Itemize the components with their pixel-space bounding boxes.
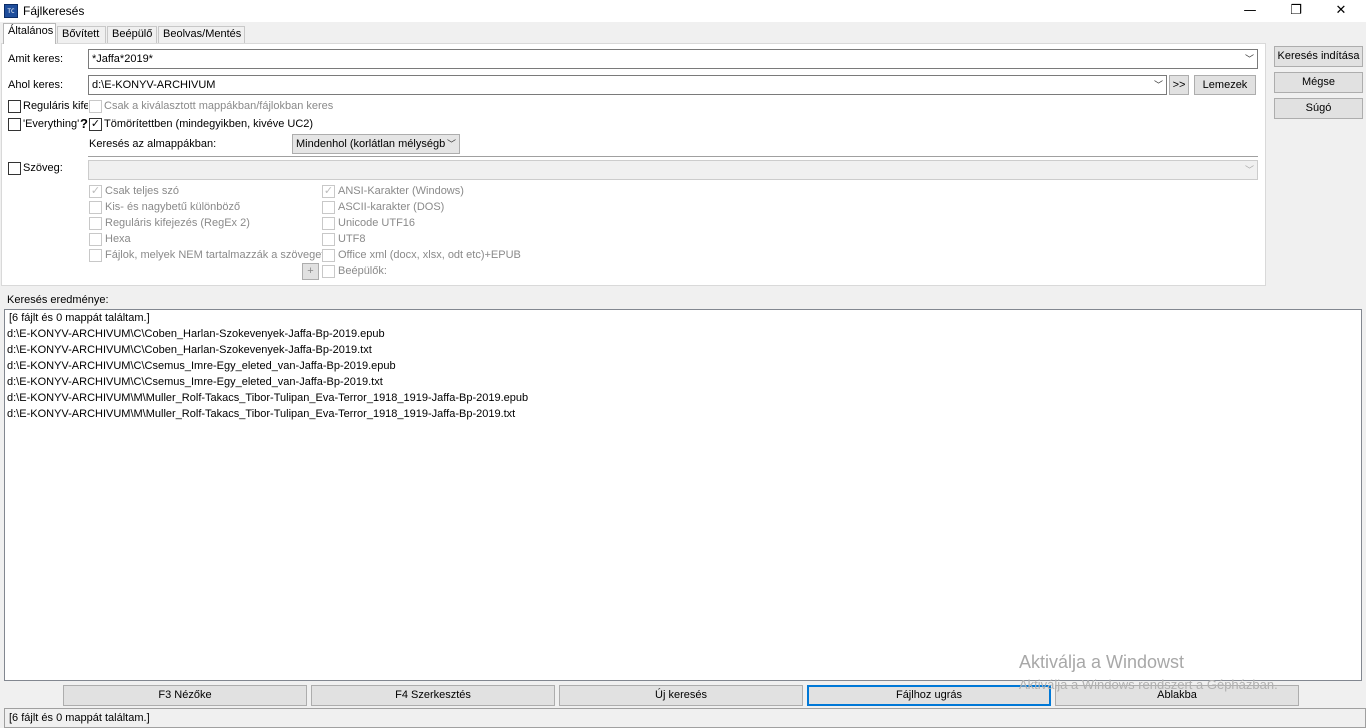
minimize-button[interactable]: — [1227, 0, 1273, 22]
list-item[interactable]: d:\E-KONYV-ARCHIVUM\C\Coben_Harlan-Szoke… [7, 328, 385, 340]
only-selected-label: Csak a kiválasztott mappákban/fájlokban … [104, 100, 334, 112]
tab-advanced[interactable]: Bővített [57, 26, 106, 43]
office-xml-checkbox [322, 249, 335, 262]
utf16-label: Unicode UTF16 [338, 217, 416, 229]
not-containing-checkbox [89, 249, 102, 262]
whole-word-checkbox: ✓ [89, 185, 102, 198]
drives-button[interactable]: Lemezek [1194, 75, 1256, 95]
list-item[interactable]: [6 fájlt és 0 mappát találtam.] [9, 312, 150, 324]
activation-watermark-subtitle: Aktiválja a Windows rendszert a Gépházba… [1019, 677, 1278, 692]
text-combo: ﹀ [88, 160, 1258, 180]
regex2-checkbox [89, 217, 102, 230]
utf16-checkbox [322, 217, 335, 230]
utf8-label: UTF8 [338, 233, 366, 245]
everything-checkbox[interactable] [8, 118, 21, 131]
list-item[interactable]: d:\E-KONYV-ARCHIVUM\M\Muller_Rolf-Takacs… [7, 392, 528, 404]
subdir-value: Mindenhol (korlátlan mélységbe [296, 138, 452, 150]
goto-file-button[interactable]: Fájlhoz ugrás [807, 685, 1051, 706]
case-sensitive-checkbox [89, 201, 102, 214]
close-button[interactable]: ✕ [1318, 0, 1364, 22]
hex-checkbox [89, 233, 102, 246]
not-containing-label: Fájlok, melyek NEM tartalmazzák a szöveg… [105, 249, 325, 261]
window-title: Fájlkeresés [23, 4, 85, 18]
list-item[interactable]: d:\E-KONYV-ARCHIVUM\C\Csemus_Imre-Egy_el… [7, 360, 396, 372]
plugins-checkbox [322, 265, 335, 278]
list-item[interactable]: d:\E-KONYV-ARCHIVUM\M\Muller_Rolf-Takacs… [7, 408, 515, 420]
cancel-button[interactable]: Mégse [1274, 72, 1363, 93]
whole-word-label: Csak teljes szó [105, 185, 179, 197]
case-sensitive-label: Kis- és nagybetű különböző [105, 201, 241, 213]
browse-button[interactable]: >> [1169, 75, 1189, 95]
text-label: Szöveg: [23, 162, 63, 174]
plus-button: + [302, 263, 319, 280]
maximize-button[interactable]: ❐ [1273, 0, 1319, 22]
search-in-label: Ahol keres: [8, 79, 64, 91]
ascii-checkbox [322, 201, 335, 214]
plugins-label: Beépülők: [338, 265, 387, 277]
search-for-value: *Jaffa*2019* [92, 53, 153, 65]
search-for-label: Amit keres: [8, 53, 64, 65]
archives-checkbox[interactable]: ✓ [89, 118, 102, 131]
only-selected-checkbox [89, 100, 102, 113]
list-item[interactable]: d:\E-KONYV-ARCHIVUM\C\Coben_Harlan-Szoke… [7, 344, 372, 356]
office-xml-label: Office xml (docx, xlsx, odt etc)+EPUB [338, 249, 521, 261]
list-item[interactable]: d:\E-KONYV-ARCHIVUM\C\Csemus_Imre-Egy_el… [7, 376, 383, 388]
activation-watermark-title: Aktiválja a Windowst [1019, 652, 1185, 672]
utf8-checkbox [322, 233, 335, 246]
ansi-label: ANSI-Karakter (Windows) [338, 185, 464, 197]
title-bar [0, 0, 1366, 22]
ascii-label: ASCII-karakter (DOS) [338, 201, 445, 213]
search-for-combo[interactable]: *Jaffa*2019* ﹀ [88, 49, 1258, 69]
search-in-combo[interactable]: d:\E-KONYV-ARCHIVUM ﹀ [88, 75, 1167, 95]
archives-label: Tömörítettben (mindegyikben, kivéve UC2) [104, 118, 314, 130]
text-checkbox[interactable] [8, 162, 21, 175]
subdir-select[interactable]: Mindenhol (korlátlan mélységbe ﹀ [292, 134, 460, 154]
tab-general[interactable]: Általános [3, 23, 56, 44]
ansi-checkbox: ✓ [322, 185, 335, 198]
search-in-value: d:\E-KONYV-ARCHIVUM [92, 79, 216, 91]
status-bar: [6 fájlt és 0 mappát találtam.] [4, 708, 1366, 728]
separator [88, 156, 1258, 157]
chevron-down-icon[interactable]: ﹀ [1245, 50, 1254, 68]
everything-label: 'Everything' [23, 118, 80, 130]
help-button[interactable]: Súgó [1274, 98, 1363, 119]
regex2-label: Reguláris kifejezés (RegEx 2) [105, 217, 250, 229]
regex-checkbox[interactable] [8, 100, 21, 113]
app-icon: TC [4, 4, 18, 18]
chevron-down-icon[interactable]: ﹀ [1154, 76, 1163, 94]
results-list[interactable]: [6 fájlt és 0 mappát találtam.] d:\E-KON… [4, 309, 1362, 681]
subdir-label: Keresés az almappákban: [89, 138, 217, 150]
edit-button[interactable]: F4 Szerkesztés [311, 685, 555, 706]
regex-label: Reguláris kife [23, 100, 88, 112]
start-search-button[interactable]: Keresés indítása [1274, 46, 1363, 67]
hex-label: Hexa [105, 233, 131, 245]
tab-load-save[interactable]: Beolvas/Mentés [158, 26, 245, 43]
chevron-down-icon[interactable]: ﹀ [444, 135, 456, 153]
chevron-down-icon: ﹀ [1244, 165, 1254, 175]
view-button[interactable]: F3 Nézőke [63, 685, 307, 706]
help-question-icon[interactable]: ? [80, 116, 88, 131]
tab-plugins[interactable]: Beépülő [107, 26, 157, 43]
new-search-button[interactable]: Új keresés [559, 685, 803, 706]
results-label: Keresés eredménye: [7, 294, 109, 306]
